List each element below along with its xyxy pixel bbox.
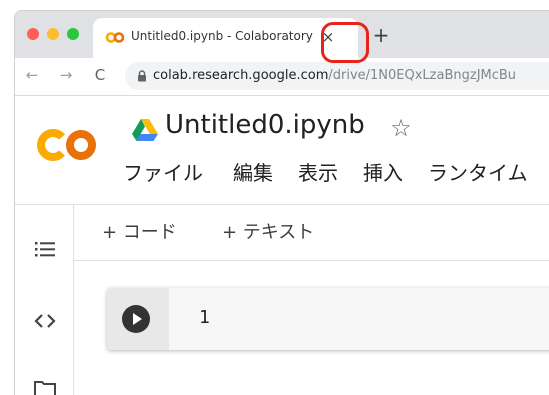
address-bar[interactable]: colab.research.google.com/drive/1N0EQxLz… <box>125 62 549 90</box>
colab-header: Untitled0.ipynb ☆ ファイル 編集 表示 挿入 ランタイム <box>15 96 549 205</box>
cell-gutter <box>107 288 169 350</box>
cell-toolbar: + コード + テキスト <box>74 205 549 261</box>
code-cell[interactable]: 1 <box>107 288 549 350</box>
tab-colab[interactable]: Untitled0.ipynb - Colaboratory × <box>93 18 358 58</box>
play-icon <box>133 313 142 325</box>
star-icon[interactable]: ☆ <box>386 113 416 143</box>
table-of-contents-icon[interactable] <box>33 237 57 261</box>
cell-code-line[interactable]: 1 <box>199 307 499 331</box>
menu-file[interactable]: ファイル <box>123 157 203 185</box>
minimize-window-button[interactable] <box>47 28 59 40</box>
tab-title: Untitled0.ipynb - Colaboratory <box>131 29 313 43</box>
browser-window: Untitled0.ipynb - Colaboratory × + ← → C… <box>14 10 549 395</box>
menu-runtime[interactable]: ランタイム <box>428 157 528 185</box>
tab-strip: Untitled0.ipynb - Colaboratory × + <box>15 11 549 58</box>
left-sidebar <box>15 205 74 395</box>
url-host: colab.research.google.com <box>153 68 329 83</box>
back-icon[interactable]: ← <box>23 66 41 84</box>
reload-icon[interactable]: C <box>91 66 109 84</box>
colab-logo[interactable] <box>35 128 99 162</box>
folder-icon[interactable] <box>33 377 57 395</box>
lock-icon <box>138 70 146 82</box>
colab-icon <box>105 32 125 43</box>
add-code-button[interactable]: + コード <box>102 218 177 243</box>
browser-toolbar: ← → C colab.research.google.com/drive/1N… <box>15 58 549 96</box>
close-tab-highlight <box>321 22 369 63</box>
forward-icon[interactable]: → <box>57 66 75 84</box>
url-path: /drive/1N0EQxLzaBngzJMcBu <box>328 68 517 83</box>
close-window-button[interactable] <box>27 28 39 40</box>
code-snippets-icon[interactable] <box>33 309 57 333</box>
add-text-button[interactable]: + テキスト <box>222 218 314 243</box>
new-tab-button[interactable]: + <box>371 25 391 45</box>
notebook-title[interactable]: Untitled0.ipynb <box>165 110 405 146</box>
run-cell-button[interactable] <box>122 305 150 333</box>
google-drive-icon[interactable] <box>132 119 158 142</box>
url-text: colab.research.google.com/drive/1N0EQxLz… <box>153 68 549 84</box>
menu-insert[interactable]: 挿入 <box>363 157 403 185</box>
menu-edit[interactable]: 編集 <box>233 157 273 185</box>
maximize-window-button[interactable] <box>67 28 79 40</box>
menu-view[interactable]: 表示 <box>298 157 338 185</box>
